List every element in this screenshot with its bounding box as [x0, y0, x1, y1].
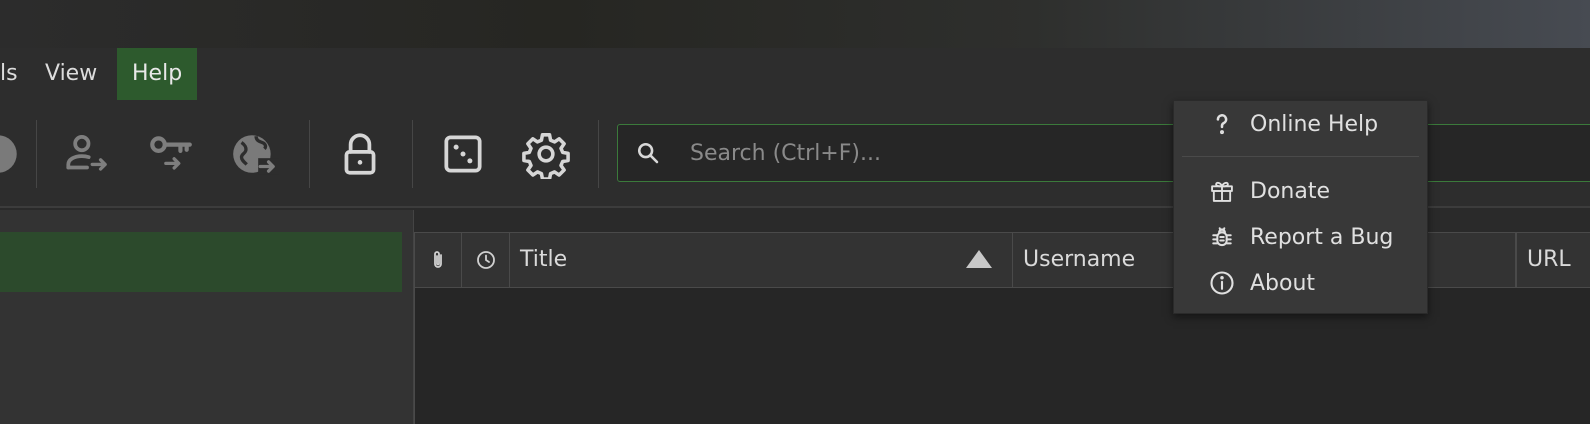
menu-separator [1182, 156, 1419, 157]
menu-item-label: Donate [1250, 178, 1330, 204]
partial-icon [0, 135, 17, 173]
info-icon [1210, 271, 1234, 295]
copy-password-button[interactable] [142, 126, 198, 182]
sort-ascending-icon [966, 250, 992, 268]
menu-item-online-help[interactable]: Online Help [1174, 102, 1427, 146]
search-input[interactable] [690, 127, 1570, 179]
settings-gear-icon [522, 133, 570, 179]
menu-tools[interactable]: ls [0, 48, 33, 100]
menu-item-label: Online Help [1250, 111, 1379, 137]
bug-icon [1212, 227, 1232, 247]
lock-database-icon [344, 133, 376, 175]
column-attachment[interactable] [415, 233, 462, 287]
column-url-label: URL [1527, 247, 1571, 272]
menu-help[interactable]: Help [117, 48, 198, 100]
password-generator-dice-icon [444, 135, 482, 173]
copy-url-icon [233, 135, 279, 175]
toolbar-separator [598, 120, 599, 188]
toolbar-separator [309, 120, 310, 188]
search-icon [637, 142, 659, 164]
copy-password-icon [150, 136, 192, 170]
column-modified-time[interactable] [462, 233, 510, 287]
password-generator-button[interactable] [435, 126, 491, 182]
column-title[interactable]: Title [510, 233, 1013, 287]
column-username-label: Username [1023, 247, 1136, 272]
gift-icon [1211, 181, 1233, 202]
column-title-label: Title [520, 247, 568, 272]
copy-username-button[interactable] [58, 126, 114, 182]
menu-item-report-bug[interactable]: Report a Bug [1174, 215, 1427, 259]
menu-item-about[interactable]: About [1174, 261, 1427, 305]
desktop-background [0, 0, 1590, 48]
settings-button[interactable] [518, 126, 574, 182]
copy-url-button[interactable] [226, 126, 282, 182]
toolbar-partial-button[interactable] [0, 126, 26, 182]
toolbar-separator [412, 120, 413, 188]
question-mark-icon [1216, 114, 1228, 135]
menu-item-donate[interactable]: Donate [1174, 169, 1427, 213]
menu-item-label: About [1250, 270, 1316, 296]
toolbar-separator [36, 120, 37, 188]
search-box[interactable] [617, 124, 1590, 182]
menu-item-label: Report a Bug [1250, 224, 1394, 250]
group-sidebar [0, 210, 414, 424]
lock-database-button[interactable] [332, 126, 388, 182]
copy-username-icon [66, 135, 107, 171]
column-url[interactable]: URL [1516, 233, 1590, 287]
menu-bar: ls View Help [0, 48, 1590, 100]
menu-view[interactable]: View [30, 48, 112, 100]
clock-icon [476, 251, 495, 269]
attachment-icon [434, 251, 442, 268]
help-menu-dropdown: Online Help Donate Report a Bug About [1173, 100, 1428, 314]
sidebar-selected-group[interactable] [0, 232, 402, 292]
